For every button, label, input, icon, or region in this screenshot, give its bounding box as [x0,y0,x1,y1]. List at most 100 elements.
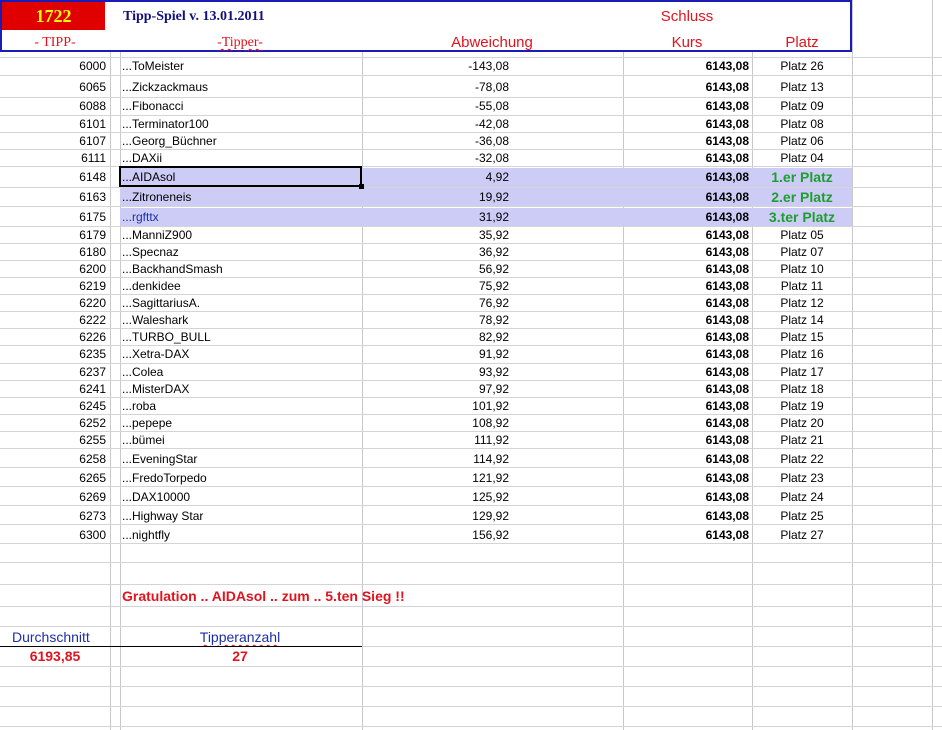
tipp-cell[interactable]: 6065 [0,79,106,96]
tipper-cell[interactable]: ...SagittariusA. [122,295,360,312]
abweichung-cell[interactable]: 93,92 [362,364,509,381]
kurs-cell[interactable]: 6143,08 [623,398,749,415]
tipper-cell[interactable]: ...pepepe [122,415,360,432]
kurs-cell[interactable]: 6143,08 [623,261,749,278]
kurs-cell[interactable]: 6143,08 [623,489,749,506]
average-value[interactable]: 6193,85 [0,648,110,665]
platz-cell[interactable]: Platz 27 [752,527,852,544]
platz-cell[interactable]: Platz 05 [752,227,852,244]
spreadsheet[interactable]: 1722 Tipp-Spiel v. 13.01.2011 Schluss - … [0,0,942,730]
kurs-cell[interactable]: 6143,08 [623,244,749,261]
platz-cell[interactable]: Platz 25 [752,508,852,525]
abweichung-cell[interactable]: 101,92 [362,398,509,415]
platz-cell[interactable]: Platz 23 [752,470,852,487]
tipper-cell[interactable]: ...Xetra-DAX [122,346,360,363]
tipp-cell[interactable]: 6180 [0,244,106,261]
abweichung-cell[interactable]: 35,92 [362,227,509,244]
tipp-cell[interactable]: 6235 [0,346,106,363]
kurs-cell[interactable]: 6143,08 [623,278,749,295]
tipp-cell[interactable]: 6222 [0,312,106,329]
tipper-cell[interactable]: ...Fibonacci [122,98,360,115]
abweichung-cell[interactable]: -32,08 [362,150,509,167]
abweichung-cell[interactable]: 56,92 [362,261,509,278]
tipper-cell[interactable]: ...ToMeister [122,58,360,75]
col-header-kurs[interactable]: Kurs [623,34,751,52]
tipper-cell[interactable]: ...Zitroneneis [122,189,360,206]
platz-cell[interactable]: Platz 10 [752,261,852,278]
tipp-cell[interactable]: 6000 [0,58,106,75]
platz-cell[interactable]: 3.ter Platz [752,209,852,226]
kurs-cell[interactable]: 6143,08 [623,189,749,206]
abweichung-cell[interactable]: 121,92 [362,470,509,487]
col-header-tipp[interactable]: - TIPP- [0,34,110,51]
tipper-cell[interactable]: ...Georg_Büchner [122,133,360,150]
tipper-cell[interactable]: ...Specnaz [122,244,360,261]
platz-cell[interactable]: Platz 21 [752,432,852,449]
tipp-cell[interactable]: 6163 [0,189,106,206]
platz-cell[interactable]: Platz 07 [752,244,852,261]
tipper-cell[interactable]: ...ManniZ900 [122,227,360,244]
platz-cell[interactable]: Platz 22 [752,451,852,468]
kurs-cell[interactable]: 6143,08 [623,58,749,75]
tipp-cell[interactable]: 6245 [0,398,106,415]
tipp-cell[interactable]: 6101 [0,116,106,133]
abweichung-cell[interactable]: 76,92 [362,295,509,312]
tipper-cell[interactable]: ...nightfly [122,527,360,544]
platz-cell[interactable]: Platz 11 [752,278,852,295]
abweichung-cell[interactable]: 91,92 [362,346,509,363]
tipper-cell[interactable]: ...FredoTorpedo [122,470,360,487]
kurs-cell[interactable]: 6143,08 [623,209,749,226]
average-label[interactable]: Durchschnitt [12,629,122,646]
abweichung-cell[interactable]: 31,92 [362,209,509,226]
platz-cell[interactable]: Platz 13 [752,79,852,96]
tipper-cell[interactable]: ...DAX10000 [122,489,360,506]
platz-cell[interactable]: 1.er Platz [752,169,852,186]
tipp-cell[interactable]: 6219 [0,278,106,295]
platz-cell[interactable]: Platz 08 [752,116,852,133]
abweichung-cell[interactable]: 19,92 [362,189,509,206]
kurs-cell[interactable]: 6143,08 [623,381,749,398]
kurs-cell[interactable]: 6143,08 [623,79,749,96]
abweichung-cell[interactable]: -36,08 [362,133,509,150]
tipp-cell[interactable]: 6179 [0,227,106,244]
tipp-cell[interactable]: 6300 [0,527,106,544]
abweichung-cell[interactable]: -42,08 [362,116,509,133]
tipp-cell[interactable]: 6237 [0,364,106,381]
platz-cell[interactable]: 2.er Platz [752,189,852,206]
tipper-cell[interactable]: ...BackhandSmash [122,261,360,278]
tipper-count-value[interactable]: 27 [120,648,360,665]
platz-cell[interactable]: Platz 16 [752,346,852,363]
tipp-cell[interactable]: 6175 [0,209,106,226]
kurs-cell[interactable]: 6143,08 [623,346,749,363]
kurs-cell[interactable]: 6143,08 [623,527,749,544]
fill-handle[interactable] [359,184,364,189]
platz-cell[interactable]: Platz 12 [752,295,852,312]
kurs-cell[interactable]: 6143,08 [623,227,749,244]
kurs-cell[interactable]: 6143,08 [623,364,749,381]
abweichung-cell[interactable]: 129,92 [362,508,509,525]
kurs-cell[interactable]: 6143,08 [623,169,749,186]
kurs-cell[interactable]: 6143,08 [623,470,749,487]
kurs-cell[interactable]: 6143,08 [623,312,749,329]
tipper-cell[interactable]: ...Terminator100 [122,116,360,133]
tipper-cell[interactable]: ...Colea [122,364,360,381]
abweichung-cell[interactable]: -143,08 [362,58,509,75]
tipper-cell[interactable]: ...Waleshark [122,312,360,329]
col-header-abweichung[interactable]: Abweichung [362,34,622,52]
abweichung-cell[interactable]: 78,92 [362,312,509,329]
platz-cell[interactable]: Platz 14 [752,312,852,329]
tipp-cell[interactable]: 6111 [0,150,106,167]
platz-cell[interactable]: Platz 09 [752,98,852,115]
kurs-cell[interactable]: 6143,08 [623,295,749,312]
tipper-cell[interactable]: ...Highway Star [122,508,360,525]
abweichung-cell[interactable]: 111,92 [362,432,509,449]
kurs-cell[interactable]: 6143,08 [623,116,749,133]
schluss-label[interactable]: Schluss [623,8,751,26]
platz-cell[interactable]: Platz 06 [752,133,852,150]
tipp-cell[interactable]: 6258 [0,451,106,468]
platz-cell[interactable]: Platz 26 [752,58,852,75]
tipp-cell[interactable]: 6226 [0,329,106,346]
abweichung-cell[interactable]: -55,08 [362,98,509,115]
tipp-cell[interactable]: 6148 [0,169,106,186]
tipper-cell[interactable]: ...rgfttx [122,209,360,226]
